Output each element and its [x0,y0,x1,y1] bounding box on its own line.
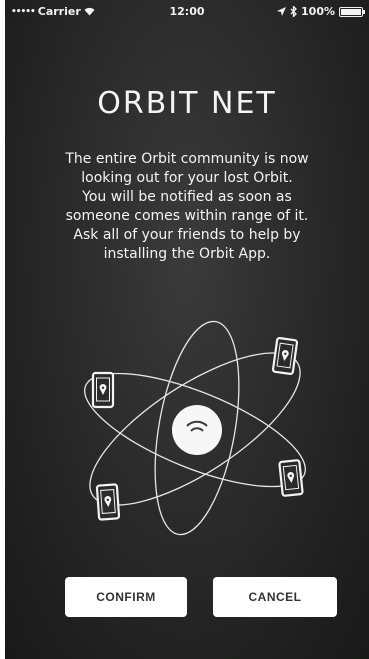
info-message: The entire Orbit community is now lookin… [21,150,353,264]
orbit-network-illustration [84,320,306,536]
phone-location-icon [278,458,304,498]
message-line: installing the Orbit App. [103,246,271,262]
bluetooth-icon [290,6,297,17]
location-arrow-icon [277,7,287,16]
battery-percent: 100% [301,5,335,18]
battery-level-fill [341,8,361,15]
status-bar-right: 100% [277,5,365,18]
message-line: You will be notified as soon as [82,189,292,205]
battery-icon [339,6,365,17]
orbit-device-icon [172,405,222,455]
cancel-button[interactable]: CANCEL [213,577,337,617]
phone-location-icon [91,371,115,409]
orbit-net-screen: ••••• Carrier 12:00 100% ORBIT NET The e… [5,0,369,659]
message-line: Ask all of your friends to help by [73,227,301,243]
message-line: someone comes within range of it. [65,208,309,224]
confirm-button[interactable]: CONFIRM [65,577,187,617]
page-title: ORBIT NET [97,86,277,121]
message-line: The entire Orbit community is now [65,151,309,167]
phone-location-icon [95,483,121,521]
status-bar: ••••• Carrier 12:00 100% [5,0,369,24]
phone-location-icon [271,336,299,376]
message-line: looking out for your lost Orbit. [81,170,293,186]
